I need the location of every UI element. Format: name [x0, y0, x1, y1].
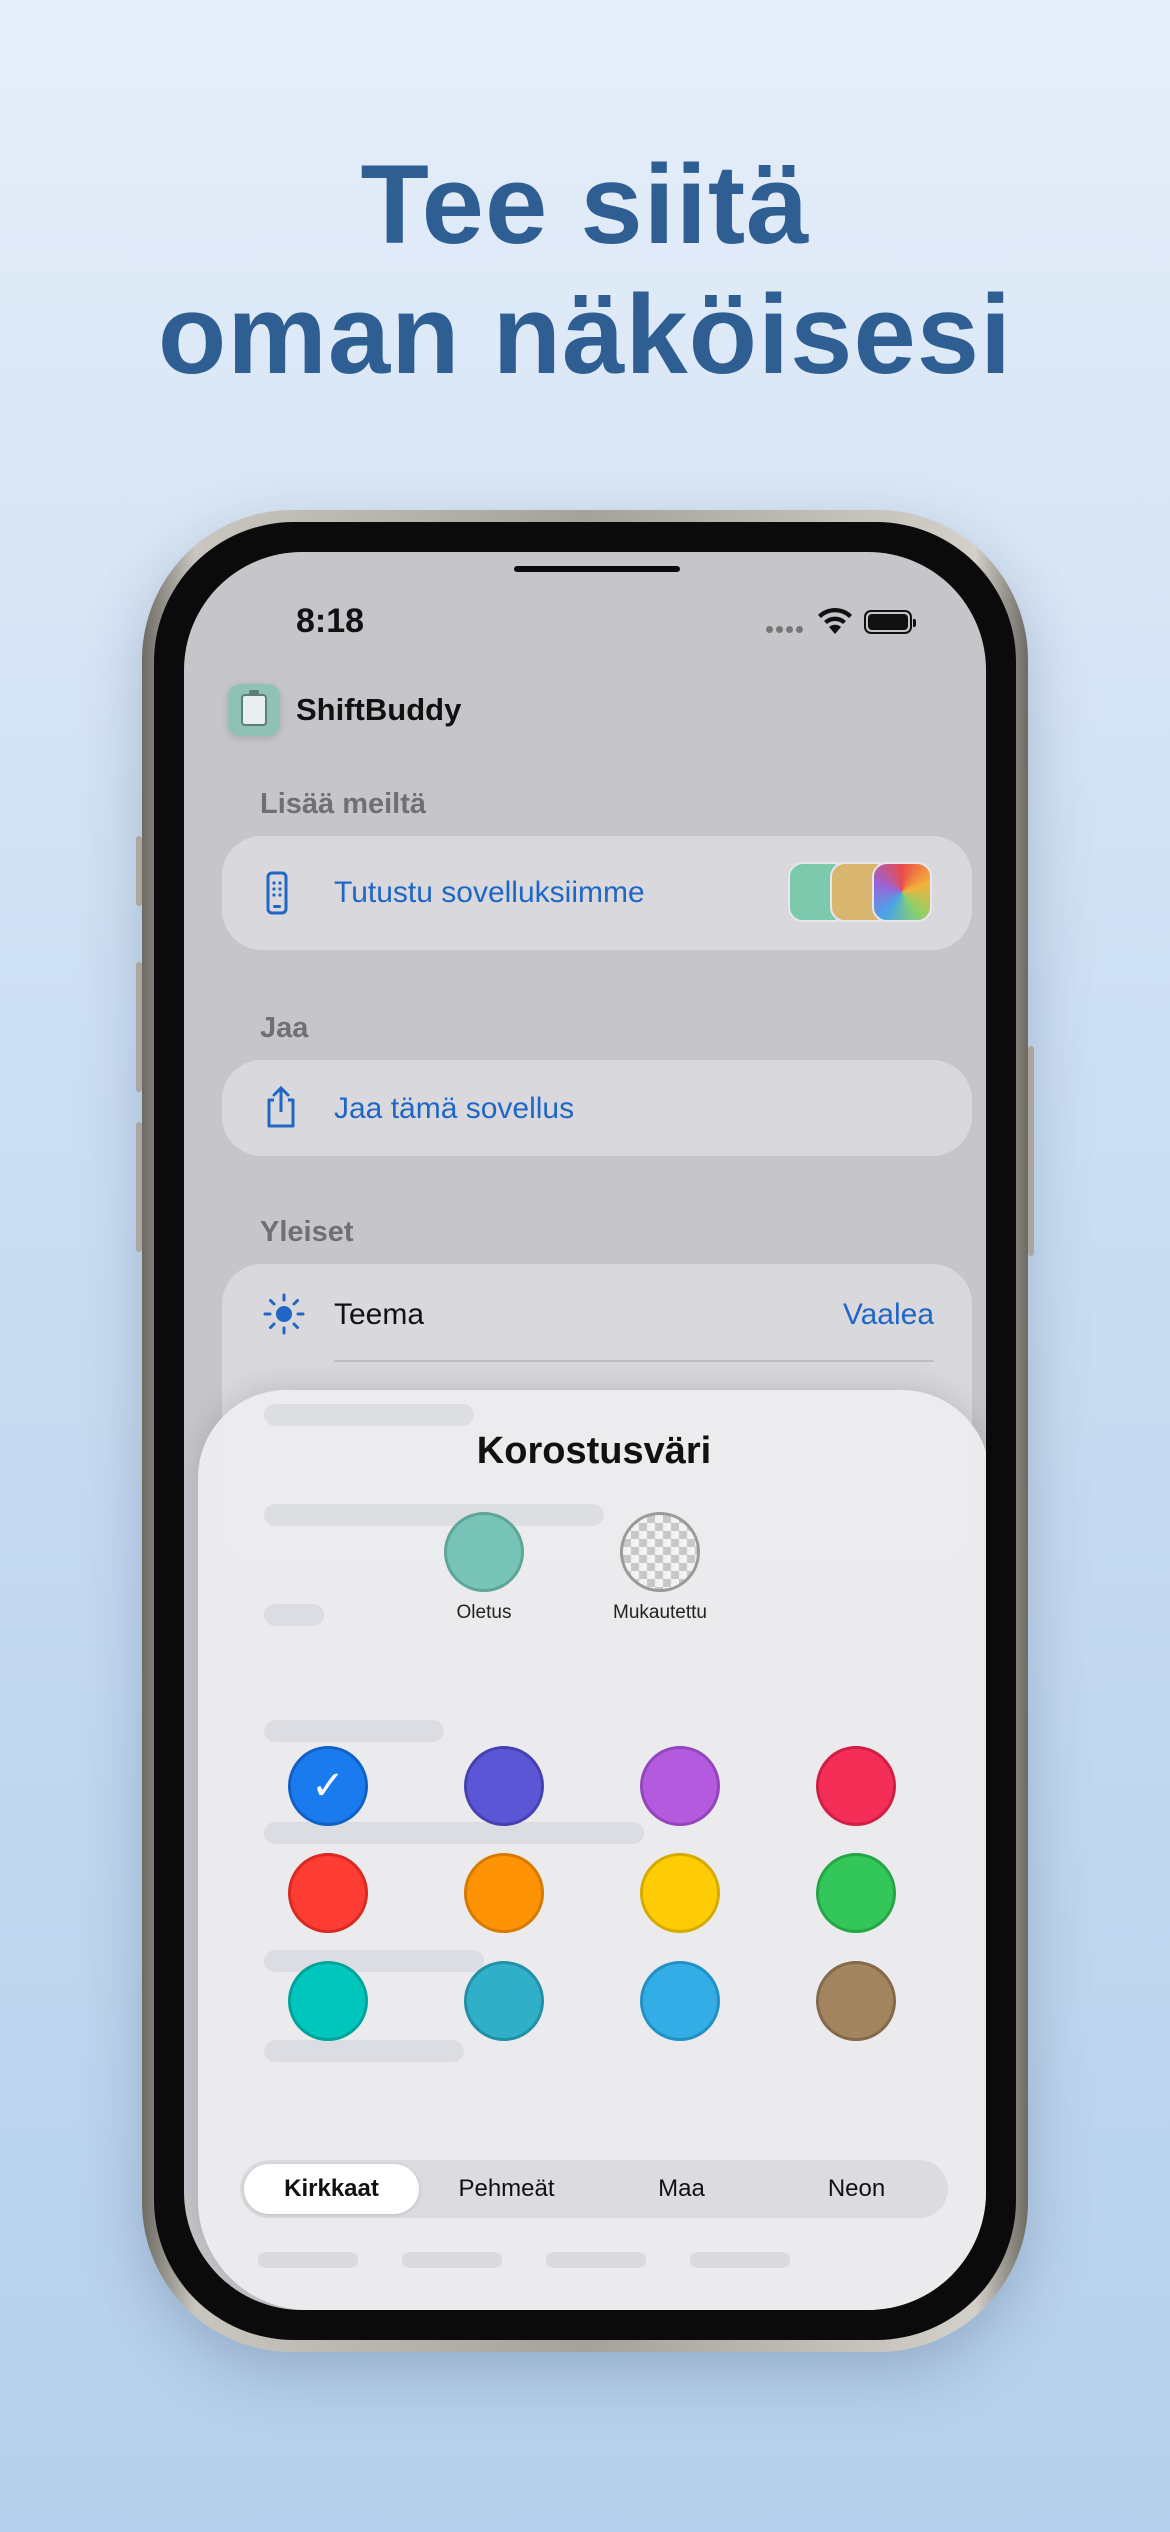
segment-kirkkaat[interactable]: Kirkkaat	[244, 2164, 419, 2214]
status-time: 8:18	[296, 602, 365, 640]
preset-custom[interactable]: Mukautettu	[600, 1512, 720, 1624]
swatch-indigo[interactable]	[464, 1746, 544, 1826]
phone-power-button	[1028, 1046, 1034, 1256]
headline: Tee siitä oman näköisesi	[0, 140, 1170, 400]
phone-volume-up-button	[136, 962, 142, 1092]
swatch-brown[interactable]	[816, 1961, 896, 2041]
swatch-mint[interactable]	[288, 1961, 368, 2041]
phone-screen: 8:18 ShiftBuddy Lisää meiltä Tutustu sov…	[184, 552, 986, 2310]
default-color-swatch[interactable]	[444, 1512, 524, 1592]
share-app-row[interactable]: Jaa tämä sovellus	[222, 1060, 972, 1156]
sheet-background-ghost	[264, 1720, 444, 1742]
preset-default-label: Oletus	[456, 1602, 512, 1623]
swatch-pink[interactable]	[816, 1746, 896, 1826]
phone-volume-down-button	[136, 1122, 142, 1252]
swatch-cyan[interactable]	[640, 1961, 720, 2041]
section-label-more: Lisää meiltä	[260, 788, 427, 820]
headline-line-1: Tee siitä	[360, 142, 810, 267]
section-label-general: Yleiset	[260, 1216, 354, 1248]
phone-icon	[262, 870, 292, 921]
sheet-title: Korostusväri	[476, 1430, 712, 1472]
camera-bar	[514, 566, 680, 572]
sheet-background-ghost	[264, 1404, 474, 1426]
swatch-purple[interactable]	[640, 1746, 720, 1826]
app-icon	[228, 684, 280, 736]
headline-line-2: oman näköisesi	[157, 272, 1013, 397]
status-bar: 8:18	[184, 592, 986, 652]
checkmark-icon: ✓	[311, 1764, 345, 1808]
swatch-teal[interactable]	[464, 1961, 544, 2041]
swatch-orange[interactable]	[464, 1853, 544, 1933]
segment-neon[interactable]: Neon	[769, 2164, 944, 2214]
swatch-yellow[interactable]	[640, 1853, 720, 1933]
sheet-background-ghost	[264, 1604, 324, 1626]
share-app-label: Jaa tämä sovellus	[334, 1092, 575, 1125]
swatch-blue[interactable]: ✓	[288, 1746, 368, 1826]
phone-bezel: 8:18 ShiftBuddy Lisää meiltä Tutustu sov…	[154, 522, 1016, 2340]
custom-color-swatch[interactable]	[620, 1512, 700, 1592]
cellular-signal-icon	[766, 620, 806, 638]
wifi-icon	[816, 606, 854, 641]
app-thumbnails	[788, 862, 934, 924]
theme-label: Teema	[334, 1298, 425, 1331]
battery-icon	[864, 610, 916, 634]
share-icon	[262, 1084, 300, 1135]
preset-custom-label: Mukautettu	[613, 1602, 707, 1623]
palette-segmented-control[interactable]: Kirkkaat Pehmeät Maa Neon	[240, 2160, 948, 2218]
segment-maa[interactable]: Maa	[594, 2164, 769, 2214]
more-apps-label: Tutustu sovelluksiimme	[334, 876, 645, 909]
sheet-background-ghost-labels	[258, 2252, 938, 2273]
sun-icon	[262, 1292, 306, 1341]
segment-pehmeat[interactable]: Pehmeät	[419, 2164, 594, 2214]
accent-color-sheet: Korostusväri Oletus Mukautettu ✓ Kirkkaa…	[198, 1390, 986, 2310]
section-label-share: Jaa	[260, 1012, 309, 1044]
sheet-background-ghost	[264, 2040, 464, 2062]
theme-value[interactable]: Vaalea	[843, 1298, 934, 1332]
row-divider	[334, 1360, 934, 1362]
preset-default[interactable]: Oletus	[424, 1512, 544, 1624]
more-apps-row[interactable]: Tutustu sovelluksiimme	[222, 836, 972, 950]
swatch-red[interactable]	[288, 1853, 368, 1933]
swatch-green[interactable]	[816, 1853, 896, 1933]
sheet-background-ghost	[264, 1950, 484, 1972]
palette-app-icon	[872, 862, 932, 922]
phone-side-button	[136, 836, 142, 906]
app-name: ShiftBuddy	[296, 692, 462, 727]
phone-mockup: 8:18 ShiftBuddy Lisää meiltä Tutustu sov…	[136, 510, 1034, 2352]
